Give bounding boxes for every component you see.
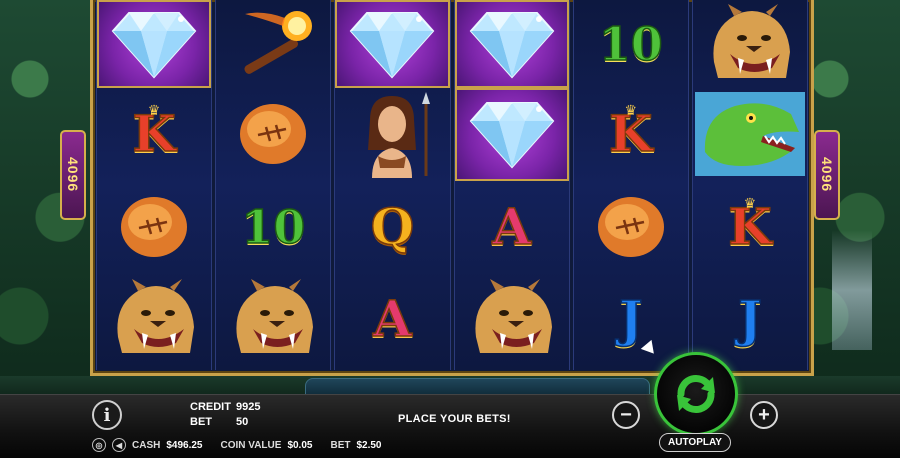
footer-line: ◎ ◀ CASH $496.25 COIN VALUE $0.05 BET $2… xyxy=(92,437,394,453)
coin-value: $0.05 xyxy=(287,439,313,451)
reel-cell xyxy=(216,273,330,366)
speaker-icon[interactable]: ◀ xyxy=(112,438,126,452)
reel-frame: K ♛ 10 Q A A 10 K ♛ J K ♛ J xyxy=(90,0,814,376)
minus-icon: − xyxy=(620,404,632,426)
reel-cell xyxy=(97,0,212,88)
symbol-a: A xyxy=(491,196,531,256)
reel-5: 10 K ♛ J xyxy=(572,0,689,370)
reel-cell: 10 xyxy=(574,0,688,88)
reel-cell xyxy=(335,88,449,181)
amber-fossil-icon xyxy=(597,196,664,257)
cash-label: CASH xyxy=(132,439,161,451)
cavewoman-icon xyxy=(368,92,431,179)
sound-icon[interactable]: ◎ xyxy=(92,438,106,452)
footer-bet-value: $2.50 xyxy=(356,439,382,451)
refresh-arrows-icon xyxy=(677,374,715,414)
symbol-q: Q xyxy=(370,196,415,256)
reel-cell: 10 xyxy=(216,181,330,274)
reel-cell: K ♛ xyxy=(97,88,211,181)
credit-block: CREDIT 9925 BET 50 xyxy=(190,400,260,430)
reels-grid: K ♛ 10 Q A A 10 K ♛ J K ♛ J xyxy=(96,0,809,370)
reel-1: K ♛ xyxy=(96,0,213,370)
torch-icon xyxy=(244,11,313,74)
bet-label: BET xyxy=(190,416,212,428)
info-button[interactable]: i xyxy=(92,400,122,430)
symbol-j: J xyxy=(618,289,643,349)
reel-cell xyxy=(454,88,569,181)
ways-count-left: 4096 xyxy=(65,157,81,193)
ways-badge-left: 4096 xyxy=(60,130,86,220)
reel-cell xyxy=(335,0,450,88)
info-icon: i xyxy=(103,404,111,426)
reel-cell xyxy=(216,0,330,88)
reel-cell: J xyxy=(693,273,807,366)
reel-cell: A xyxy=(455,181,569,274)
reel-cell xyxy=(97,181,211,274)
crown-icon: ♛ xyxy=(743,194,757,211)
status-message: PLACE YOUR BETS! xyxy=(398,413,511,425)
spin-button[interactable] xyxy=(654,352,738,436)
amber-fossil-icon xyxy=(240,104,307,165)
reel-cell xyxy=(693,0,807,88)
reel-cell: K ♛ xyxy=(693,181,807,274)
reel-cell xyxy=(455,273,569,366)
sabertooth-cat-icon xyxy=(117,279,195,354)
reel-3: QA xyxy=(334,0,451,370)
autoplay-button[interactable]: AUTOPLAY xyxy=(659,433,731,452)
reel-6: K ♛ J xyxy=(691,0,809,370)
reel-cell: J xyxy=(574,273,688,366)
symbol-10: 10 xyxy=(240,199,306,254)
reel-cell: A xyxy=(335,273,449,366)
diamond-icon xyxy=(469,102,554,169)
cash-value: $496.25 xyxy=(166,439,203,451)
reel-cell: K ♛ xyxy=(574,88,688,181)
ways-badge-right: 4096 xyxy=(814,130,840,220)
symbol-j: J xyxy=(737,289,762,349)
reel-cell xyxy=(97,273,211,366)
sabertooth-cat-icon xyxy=(236,279,314,354)
diamond-icon xyxy=(469,12,554,79)
reel-cell xyxy=(693,88,807,181)
decrease-bet-button[interactable]: − xyxy=(612,401,640,429)
reel-cell xyxy=(574,181,688,274)
plus-icon: + xyxy=(758,404,770,426)
ways-count-right: 4096 xyxy=(819,157,835,193)
credit-value: 9925 xyxy=(236,401,261,413)
crown-icon: ♛ xyxy=(147,102,161,118)
reel-cell: Q xyxy=(335,181,449,274)
diamond-icon xyxy=(350,12,435,79)
trex-icon xyxy=(694,92,805,177)
reel-cell xyxy=(216,88,330,181)
credit-label: CREDIT xyxy=(190,401,231,413)
sabertooth-cat-icon xyxy=(713,4,790,78)
sabertooth-cat-icon xyxy=(475,279,552,354)
increase-bet-button[interactable]: + xyxy=(750,401,778,429)
symbol-a: A xyxy=(372,289,412,349)
symbol-10: 10 xyxy=(598,17,664,71)
reel-4: A xyxy=(453,0,570,370)
reel-cell xyxy=(454,0,569,88)
coin-value-label: COIN VALUE xyxy=(220,439,282,451)
footer-bet-label: BET xyxy=(330,439,351,451)
reel-2: 10 xyxy=(215,0,332,370)
amber-fossil-icon xyxy=(121,196,188,257)
bet-value: 50 xyxy=(236,416,249,428)
waterfall xyxy=(832,230,872,350)
diamond-icon xyxy=(111,12,197,79)
crown-icon: ♛ xyxy=(624,102,638,118)
